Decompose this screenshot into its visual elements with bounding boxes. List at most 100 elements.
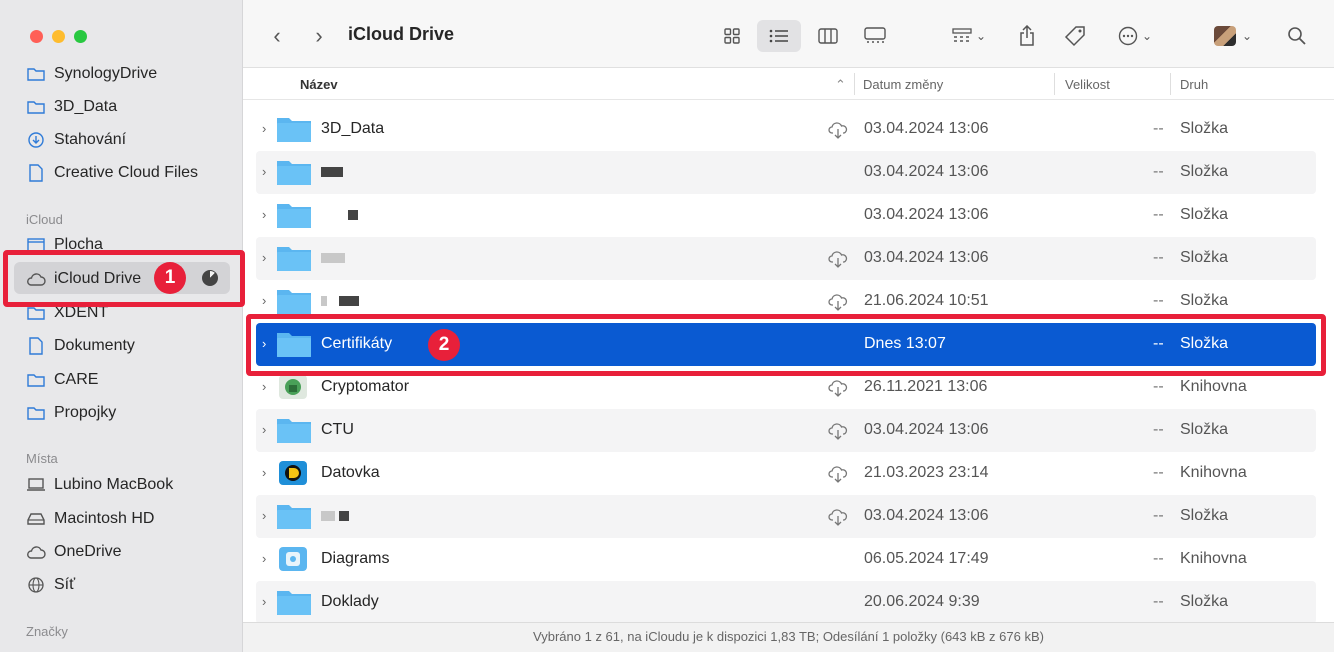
redaction bbox=[348, 209, 358, 220]
gallery-icon bbox=[864, 27, 886, 43]
annotation-badge-2: 2 bbox=[428, 329, 460, 361]
view-icons-button[interactable] bbox=[717, 22, 747, 50]
window-controls bbox=[30, 30, 87, 43]
disclosure-icon[interactable]: › bbox=[262, 551, 266, 566]
disclosure-icon[interactable]: › bbox=[262, 121, 266, 136]
file-size: -- bbox=[1153, 593, 1164, 610]
file-row[interactable]: › 03.04.2024 13:06 -- Složka bbox=[256, 495, 1316, 538]
sidebar-section-icloud: iCloud bbox=[26, 212, 63, 227]
sidebar-item-macbook[interactable]: Lubino MacBook bbox=[26, 472, 173, 498]
file-name: Diagrams bbox=[321, 550, 390, 567]
icloud-download-icon[interactable] bbox=[828, 465, 848, 483]
redaction bbox=[321, 166, 343, 177]
sidebar-item-care[interactable]: CARE bbox=[26, 367, 98, 393]
search-icon bbox=[1288, 27, 1306, 45]
sidebar-item-onedrive[interactable]: OneDrive bbox=[26, 539, 122, 565]
share-icon bbox=[1020, 25, 1034, 46]
disclosure-icon[interactable]: › bbox=[262, 508, 266, 523]
file-size: -- bbox=[1153, 292, 1164, 309]
more-actions-button[interactable]: ⌄ bbox=[1113, 22, 1157, 50]
sidebar-item-creative-cloud[interactable]: Creative Cloud Files bbox=[26, 160, 198, 186]
group-button[interactable]: ⌄ bbox=[947, 22, 991, 50]
file-row[interactable]: › 03.04.2024 13:06 -- Složka bbox=[256, 194, 1316, 237]
sort-ascending-icon[interactable]: ⌃ bbox=[835, 77, 846, 93]
file-row[interactable]: › Datovka 21.03.2023 23:14 -- Knihovna bbox=[256, 452, 1316, 495]
folder-icon bbox=[277, 161, 311, 185]
disclosure-icon[interactable]: › bbox=[262, 250, 266, 265]
sidebar-item-macintosh-hd[interactable]: Macintosh HD bbox=[26, 506, 154, 532]
icloud-download-icon[interactable] bbox=[828, 121, 848, 139]
file-kind: Složka bbox=[1180, 120, 1229, 137]
diagrams-icon bbox=[279, 547, 307, 571]
sidebar-item-network[interactable]: Síť bbox=[26, 572, 75, 598]
folder-icon bbox=[26, 98, 46, 116]
icloud-download-icon[interactable] bbox=[828, 508, 848, 526]
column-header: Název ⌃ Datum změny Velikost Druh bbox=[243, 68, 1334, 100]
file-kind: Složka bbox=[1180, 206, 1229, 223]
column-divider[interactable] bbox=[1170, 73, 1171, 95]
search-button[interactable] bbox=[1283, 22, 1311, 50]
file-size: -- bbox=[1153, 507, 1164, 524]
laptop-icon bbox=[26, 476, 46, 494]
file-row[interactable]: › 03.04.2024 13:06 -- Složka bbox=[256, 237, 1316, 280]
finder-window: SynologyDrive 3D_Data Stahování Creative… bbox=[0, 0, 1334, 652]
sidebar-item-synologydrive[interactable]: SynologyDrive bbox=[26, 61, 157, 87]
column-name[interactable]: Název bbox=[300, 77, 338, 92]
sidebar-item-3d-data[interactable]: 3D_Data bbox=[26, 94, 117, 120]
file-date: 20.06.2024 9:39 bbox=[864, 593, 980, 610]
column-size[interactable]: Velikost bbox=[1065, 77, 1110, 92]
file-row[interactable]: › Doklady 20.06.2024 9:39 -- Složka bbox=[256, 581, 1316, 624]
status-bar: Vybráno 1 z 61, na iCloudu je k dispozic… bbox=[243, 622, 1334, 652]
column-divider[interactable] bbox=[854, 73, 855, 95]
forward-button[interactable]: › bbox=[307, 22, 331, 50]
column-divider[interactable] bbox=[1054, 73, 1055, 95]
folder-icon bbox=[277, 204, 311, 228]
disclosure-icon[interactable]: › bbox=[262, 164, 266, 179]
icloud-download-icon[interactable] bbox=[828, 293, 848, 311]
disclosure-icon[interactable]: › bbox=[262, 465, 266, 480]
icloud-download-icon[interactable] bbox=[828, 379, 848, 397]
view-columns-button[interactable] bbox=[813, 22, 843, 50]
minimize-button[interactable] bbox=[52, 30, 65, 43]
sidebar-item-downloads[interactable]: Stahování bbox=[26, 127, 126, 153]
close-button[interactable] bbox=[30, 30, 43, 43]
annotation-highlight-2 bbox=[246, 314, 1326, 376]
cloud-icon bbox=[26, 543, 46, 561]
redaction bbox=[339, 510, 349, 521]
back-button[interactable]: ‹ bbox=[265, 22, 289, 50]
disclosure-icon[interactable]: › bbox=[262, 207, 266, 222]
file-date: 03.04.2024 13:06 bbox=[864, 206, 989, 223]
disclosure-icon[interactable]: › bbox=[262, 422, 266, 437]
icloud-download-icon[interactable] bbox=[828, 250, 848, 268]
file-row[interactable]: › 03.04.2024 13:06 -- Složka bbox=[256, 151, 1316, 194]
file-name-redacted bbox=[321, 249, 349, 267]
account-button[interactable]: ⌄ bbox=[1211, 22, 1255, 50]
tag-button[interactable] bbox=[1061, 22, 1089, 50]
icloud-download-icon[interactable] bbox=[828, 422, 848, 440]
redaction bbox=[321, 295, 327, 306]
globe-icon bbox=[26, 576, 46, 594]
datovka-icon bbox=[279, 461, 307, 485]
sidebar-item-dokumenty[interactable]: Dokumenty bbox=[26, 333, 135, 359]
toolbar: ‹ › iCloud Drive ⌄ ⌄ ⌄ bbox=[243, 0, 1334, 68]
column-kind[interactable]: Druh bbox=[1180, 77, 1208, 92]
redaction bbox=[339, 295, 359, 306]
file-name-redacted bbox=[321, 163, 347, 181]
file-size: -- bbox=[1153, 378, 1164, 395]
file-row[interactable]: › 3D_Data 03.04.2024 13:06 -- Složka bbox=[256, 108, 1316, 151]
account-avatar-icon bbox=[1213, 26, 1236, 46]
file-row[interactable]: › CTU 03.04.2024 13:06 -- Složka bbox=[256, 409, 1316, 452]
view-gallery-button[interactable] bbox=[860, 22, 890, 50]
disclosure-icon[interactable]: › bbox=[262, 293, 266, 308]
file-row[interactable]: › Diagrams 06.05.2024 17:49 -- Knihovna bbox=[256, 538, 1316, 581]
view-list-button[interactable] bbox=[757, 20, 801, 52]
file-name-redacted bbox=[321, 292, 363, 310]
zoom-button[interactable] bbox=[74, 30, 87, 43]
sidebar-item-propojky[interactable]: Propojky bbox=[26, 400, 116, 426]
tag-icon bbox=[1064, 26, 1085, 47]
column-date[interactable]: Datum změny bbox=[863, 77, 943, 92]
file-date: 03.04.2024 13:06 bbox=[864, 507, 989, 524]
disclosure-icon[interactable]: › bbox=[262, 379, 266, 394]
share-button[interactable] bbox=[1015, 22, 1039, 50]
disclosure-icon[interactable]: › bbox=[262, 594, 266, 609]
